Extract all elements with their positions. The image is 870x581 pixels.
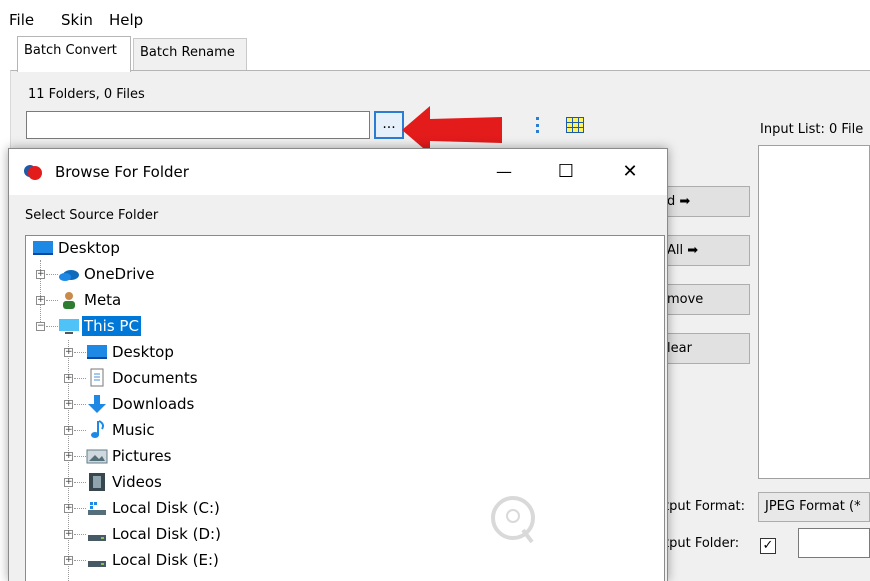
tab-strip: Batch Convert Batch Rename [0, 36, 870, 72]
menu-skin[interactable]: Skin [61, 11, 93, 29]
system-drive-icon [88, 502, 106, 515]
expand-icon[interactable]: + [64, 452, 73, 461]
close-button[interactable]: ✕ [607, 157, 653, 187]
tab-batch-rename[interactable]: Batch Rename [133, 38, 247, 71]
tree-item-pictures[interactable]: + Pictures [26, 444, 646, 468]
tree-item-documents[interactable]: + Documents [26, 366, 646, 390]
tree-item-videos[interactable]: + Videos [26, 470, 646, 494]
folder-tree[interactable]: Desktop + OneDrive + Meta − This PC + De… [25, 235, 665, 581]
watermark-logo [491, 496, 535, 544]
tree-item-label: Local Disk (D:) [112, 525, 221, 543]
tree-item-desktop[interactable]: + Desktop [26, 340, 646, 364]
music-icon [91, 420, 104, 438]
expand-icon[interactable]: + [64, 348, 73, 357]
tree-line [74, 560, 86, 561]
menu-file[interactable]: File [9, 11, 34, 29]
tree-item-music[interactable]: + Music [26, 418, 646, 442]
browse-for-folder-dialog: Browse For Folder — ☐ ✕ Select Source Fo… [8, 148, 668, 581]
tree-item-label: Desktop [112, 343, 174, 361]
output-folder-checkbox[interactable]: ✓ [760, 538, 776, 554]
list-view-icon[interactable] [536, 117, 550, 133]
source-path-input[interactable] [26, 111, 370, 139]
input-list-label: Input List: 0 File [760, 122, 864, 137]
output-format-select[interactable]: JPEG Format (* [758, 492, 870, 522]
expand-icon[interactable]: + [64, 400, 73, 409]
tree-line [46, 326, 58, 327]
expand-icon[interactable]: + [64, 374, 73, 383]
this-pc-icon [59, 319, 79, 334]
tree-item-this-pc[interactable]: − This PC [26, 314, 646, 338]
documents-icon [90, 368, 104, 387]
minimize-icon: — [496, 162, 512, 181]
expand-icon[interactable]: + [64, 530, 73, 539]
tree-item-label: Pictures [112, 447, 172, 465]
tree-item-label: Downloads [112, 395, 195, 413]
output-folder-input[interactable] [798, 528, 870, 558]
tree-line [74, 430, 86, 431]
tree-line [74, 378, 86, 379]
tree-item-local-disk-c[interactable]: + Local Disk (C:) [26, 496, 646, 520]
collapse-icon[interactable]: − [36, 322, 45, 331]
menu-help[interactable]: Help [109, 11, 143, 29]
minimize-button[interactable]: — [481, 157, 527, 187]
onedrive-icon [59, 270, 79, 281]
tree-item-desktop-root[interactable]: Desktop [26, 236, 646, 260]
input-list[interactable] [758, 145, 870, 479]
tree-item-label: Local Disk (E:) [112, 551, 219, 569]
desktop-icon [33, 241, 53, 255]
pictures-icon [86, 449, 108, 464]
tree-item-label: Documents [112, 369, 198, 387]
tree-item-meta[interactable]: + Meta [26, 288, 646, 312]
tree-line [74, 534, 86, 535]
tree-line [74, 404, 86, 405]
tree-item-label: Desktop [58, 239, 120, 257]
tree-item-downloads[interactable]: + Downloads [26, 392, 646, 416]
tree-item-label: OneDrive [84, 265, 155, 283]
expand-icon[interactable]: + [64, 556, 73, 565]
drive-icon [88, 561, 106, 567]
tree-item-label: Meta [84, 291, 122, 309]
desktop-icon [87, 345, 107, 359]
tree-line [74, 456, 86, 457]
expand-icon[interactable]: + [36, 270, 45, 279]
user-icon [63, 292, 75, 309]
tree-item-label: Local Disk (C:) [112, 499, 220, 517]
dialog-instruction: Select Source Folder [25, 208, 159, 223]
file-count-label: 11 Folders, 0 Files [28, 87, 145, 102]
expand-icon[interactable]: + [64, 504, 73, 513]
videos-icon [89, 473, 105, 491]
expand-icon[interactable]: + [64, 426, 73, 435]
tree-line [74, 508, 86, 509]
expand-icon[interactable]: + [36, 296, 45, 305]
tree-item-label: Videos [112, 473, 162, 491]
tree-line [74, 482, 86, 483]
maximize-button[interactable]: ☐ [543, 157, 589, 187]
tree-line [74, 352, 86, 353]
drive-icon [88, 535, 106, 541]
tree-item-local-disk-e[interactable]: + Local Disk (E:) [26, 548, 646, 572]
dialog-title: Browse For Folder [55, 163, 189, 181]
dialog-body: Select Source Folder Desktop + OneDrive [9, 195, 667, 581]
app-icon [24, 165, 42, 180]
tree-item-label: Music [112, 421, 155, 439]
menu-bar: File Skin Help [0, 0, 870, 38]
close-icon: ✕ [622, 161, 638, 182]
output-folder-label: tput Folder: [664, 536, 740, 551]
grid-view-icon[interactable] [566, 117, 584, 133]
dialog-titlebar: Browse For Folder — ☐ ✕ [9, 149, 667, 195]
expand-icon[interactable]: + [64, 478, 73, 487]
output-format-label: tput Format: [664, 499, 746, 514]
tree-item-local-disk-d[interactable]: + Local Disk (D:) [26, 522, 646, 546]
tree-line [46, 300, 58, 301]
tree-item-onedrive[interactable]: + OneDrive [26, 262, 646, 286]
maximize-icon: ☐ [557, 161, 575, 182]
tree-line [46, 274, 58, 275]
tree-item-label: This PC [82, 316, 141, 336]
browse-button[interactable]: ... [374, 111, 404, 139]
downloads-icon [88, 395, 106, 413]
tab-batch-convert[interactable]: Batch Convert [17, 36, 131, 72]
